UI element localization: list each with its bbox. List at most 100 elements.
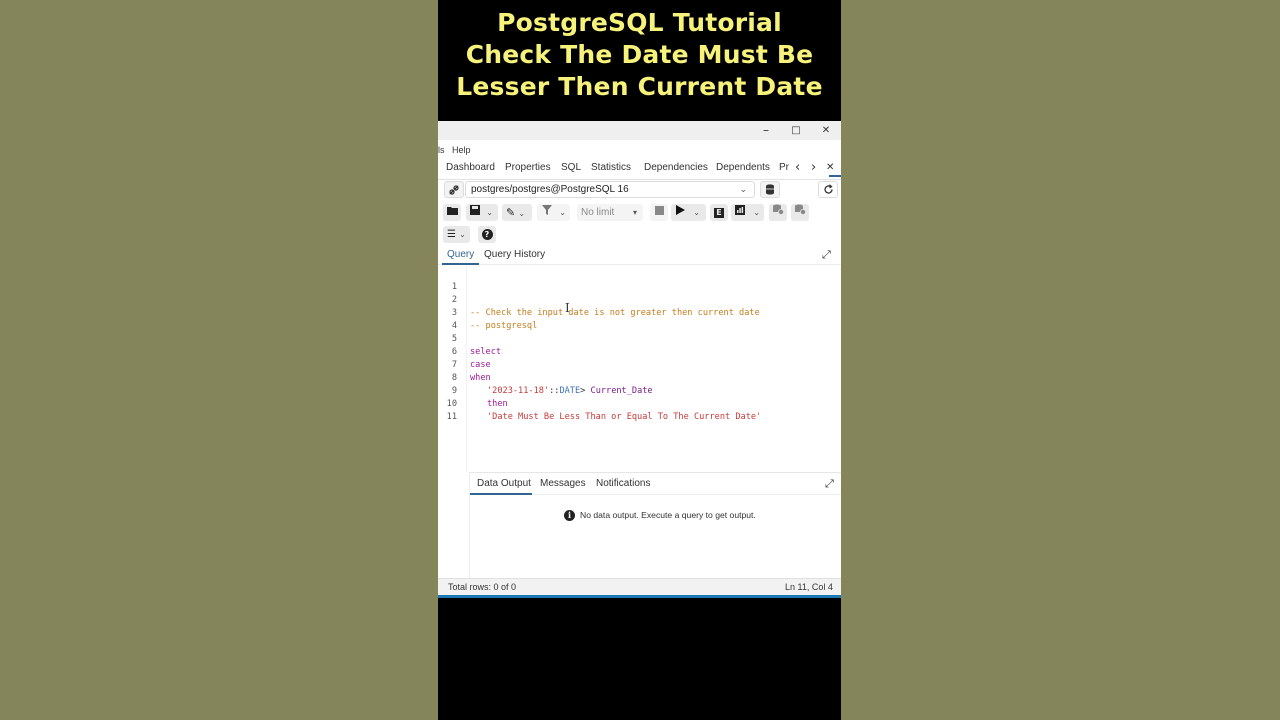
stop-icon bbox=[654, 206, 664, 215]
expand-icon[interactable]: ⤢ bbox=[825, 477, 834, 491]
refresh-icon[interactable] bbox=[818, 181, 838, 198]
database-rollback-icon bbox=[795, 204, 806, 215]
status-bar: Total rows: 0 of 0 Ln 11, Col 4 bbox=[438, 578, 841, 595]
tab-processes[interactable]: Pr bbox=[779, 162, 789, 173]
keyword-then: then bbox=[487, 399, 508, 409]
total-rows: Total rows: 0 of 0 bbox=[448, 582, 517, 592]
tab-query[interactable]: Query bbox=[447, 249, 474, 260]
list-icon: ☰ bbox=[447, 229, 456, 240]
filter-icon bbox=[542, 205, 552, 215]
code-line-11: 11 bbox=[438, 398, 479, 422]
tab-notifications[interactable]: Notifications bbox=[596, 478, 650, 489]
text-cursor-icon: I bbox=[565, 301, 570, 315]
cast-operator: :: bbox=[549, 386, 560, 396]
chart-icon bbox=[735, 205, 745, 215]
menu-item-tools[interactable]: ls bbox=[438, 145, 445, 155]
database-icon[interactable] bbox=[760, 181, 780, 198]
tutorial-banner: PostgreSQL Tutorial Check The Date Must … bbox=[438, 0, 841, 121]
active-results-tab-indicator bbox=[470, 493, 532, 495]
tab-data-output[interactable]: Data Output bbox=[477, 478, 531, 489]
banner-title-line-2: Check The Date Must Be bbox=[465, 40, 814, 69]
expand-icon[interactable]: ⤢ bbox=[822, 248, 831, 262]
play-icon bbox=[676, 205, 685, 215]
filter-button[interactable]: ⌄ bbox=[537, 204, 570, 221]
code-line-5: 5 select bbox=[438, 320, 501, 357]
code-line-1: 1 bbox=[438, 268, 479, 292]
explain-icon: E bbox=[714, 208, 724, 218]
chevron-down-icon: ⌄ bbox=[486, 208, 493, 217]
query-tabs: Query Query History ⤢ bbox=[438, 245, 841, 265]
pgadmin-window: – □ ✕ ls Help Dashboard Properties SQL S… bbox=[438, 121, 841, 598]
database-commit-icon bbox=[773, 204, 784, 215]
active-tab-indicator bbox=[829, 175, 841, 177]
macros-button[interactable]: ☰ ⌄ bbox=[443, 226, 470, 243]
active-query-tab-indicator bbox=[442, 263, 479, 265]
tab-messages[interactable]: Messages bbox=[540, 478, 586, 489]
edit-button[interactable]: ✎ ⌄ bbox=[502, 204, 532, 221]
menu-bar: ls Help bbox=[438, 141, 841, 158]
close-tab-icon[interactable]: ✕ bbox=[826, 162, 834, 173]
save-icon bbox=[470, 205, 480, 215]
tab-dependencies[interactable]: Dependencies bbox=[644, 162, 708, 173]
chevron-down-icon: ⌄ bbox=[518, 209, 526, 218]
chevron-down-icon: ⌄ bbox=[459, 230, 466, 239]
execute-button[interactable]: ⌄ bbox=[671, 204, 706, 221]
connection-status-icon[interactable] bbox=[444, 181, 464, 198]
pencil-icon: ✎ bbox=[506, 206, 516, 219]
tab-sql[interactable]: SQL bbox=[561, 162, 581, 173]
window-bottom-border bbox=[438, 595, 841, 598]
save-button[interactable]: ⌄ bbox=[466, 204, 498, 221]
date-literal: '2023-11-18' bbox=[487, 386, 550, 396]
help-button[interactable]: ? bbox=[478, 226, 496, 243]
connection-row: postgres/postgres@PostgreSQL 16 ⌄ bbox=[438, 180, 841, 201]
menu-item-help[interactable]: Help bbox=[452, 145, 471, 155]
explain-button[interactable]: E bbox=[710, 204, 728, 221]
tabs-next-icon[interactable]: › bbox=[811, 160, 816, 175]
code-line-3: 3 -- postgresql bbox=[438, 294, 537, 331]
comment-text: -- postgresql bbox=[470, 321, 538, 331]
chevron-down-icon: ⌄ bbox=[739, 184, 747, 194]
code-line-8: 8 '2023-11-18'::DATE> Current_Date bbox=[438, 359, 653, 396]
chevron-down-icon: ⌄ bbox=[559, 208, 566, 217]
tab-properties[interactable]: Properties bbox=[505, 162, 551, 173]
video-frame: PostgreSQL Tutorial Check The Date Must … bbox=[438, 0, 841, 720]
chevron-down-icon: ⌄ bbox=[753, 208, 760, 217]
chevron-down-icon: ⌄ bbox=[693, 208, 700, 217]
help-icon: ? bbox=[481, 229, 493, 240]
query-toolbar: ⌄ ✎ ⌄ ⌄ No limit ▾ ⌄ E ⌄ bbox=[438, 202, 841, 224]
empty-output-message: i No data output. Execute a query to get … bbox=[564, 510, 756, 522]
explain-analyze-button[interactable]: ⌄ bbox=[731, 204, 764, 221]
chevron-down-icon: ▾ bbox=[632, 208, 637, 217]
minimize-button[interactable]: – bbox=[756, 123, 776, 138]
open-file-button[interactable] bbox=[443, 204, 461, 221]
type-name: DATE bbox=[559, 386, 581, 396]
tab-statistics[interactable]: Statistics bbox=[591, 162, 631, 173]
close-window-button[interactable]: ✕ bbox=[816, 123, 836, 138]
folder-icon bbox=[446, 207, 458, 215]
stop-button[interactable] bbox=[650, 204, 668, 221]
code-line-6: 6 case bbox=[438, 333, 491, 370]
info-icon: i bbox=[564, 510, 575, 522]
banner-title-line-1: PostgreSQL Tutorial bbox=[497, 8, 782, 37]
date-expression: '2023-11-18'::DATE> Current_Date bbox=[487, 385, 653, 398]
tab-dashboard[interactable]: Dashboard bbox=[446, 162, 495, 173]
code-line-10: 10 'Date Must Be Less Than or Equal To T… bbox=[438, 385, 762, 422]
tab-query-history[interactable]: Query History bbox=[484, 249, 545, 260]
row-limit-select[interactable]: No limit ▾ bbox=[577, 204, 643, 221]
window-titlebar: – □ ✕ bbox=[438, 121, 841, 140]
maximize-button[interactable]: □ bbox=[786, 123, 806, 138]
connection-value: postgres/postgres@PostgreSQL 16 bbox=[471, 184, 629, 195]
query-toolbar-row-2: ☰ ⌄ ? bbox=[438, 224, 841, 246]
message-literal: 'Date Must Be Less Than or Equal To The … bbox=[487, 412, 762, 422]
sql-editor[interactable]: 1 2 -- Check the input date is not great… bbox=[438, 266, 841, 472]
tab-dependents[interactable]: Dependents bbox=[716, 162, 770, 173]
code-line-7: 7 when bbox=[438, 346, 491, 383]
results-panel: Data Output Messages Notifications ⤢ i No… bbox=[469, 472, 841, 578]
tabs-prev-icon[interactable]: ‹ bbox=[795, 160, 800, 175]
rollback-button[interactable] bbox=[791, 204, 809, 221]
commit-button[interactable] bbox=[769, 204, 787, 221]
code-line-2: 2 -- Check the input date is not greater… bbox=[438, 281, 760, 318]
results-tabs: Data Output Messages Notifications ⤢ bbox=[470, 473, 841, 495]
connection-select[interactable]: postgres/postgres@PostgreSQL 16 ⌄ bbox=[465, 181, 755, 198]
code-line-9: 9 then bbox=[438, 372, 508, 409]
